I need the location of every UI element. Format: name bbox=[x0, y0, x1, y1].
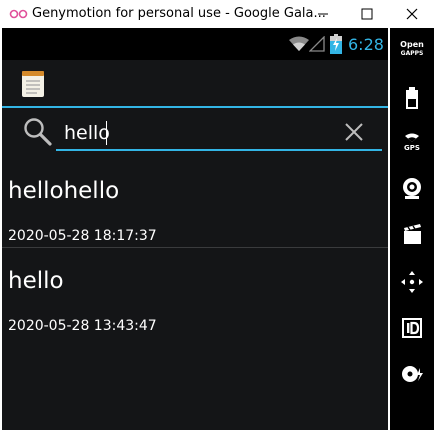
battery-charging-icon bbox=[330, 34, 342, 54]
list-item[interactable]: hellohello 2020-05-28 18:17:37 bbox=[2, 170, 388, 246]
window-titlebar: Genymotion for personal use - Google Gal… bbox=[0, 0, 436, 28]
close-window-button[interactable] bbox=[389, 0, 435, 28]
genymotion-logo-icon bbox=[9, 9, 28, 19]
list-item[interactable]: hello 2020-05-28 13:43:47 bbox=[2, 260, 388, 336]
signal-icon bbox=[309, 36, 325, 52]
note-title: hello bbox=[8, 268, 64, 294]
dpad-icon[interactable] bbox=[396, 266, 428, 298]
opengapps-label-top: Open bbox=[400, 40, 424, 49]
action-bar-divider bbox=[2, 106, 388, 108]
wifi-icon bbox=[289, 36, 309, 51]
maximize-icon bbox=[361, 8, 373, 20]
note-date: 2020-05-28 18:17:37 bbox=[8, 228, 157, 244]
gps-label: GPS bbox=[404, 144, 420, 152]
text-cursor bbox=[106, 121, 107, 145]
action-bar bbox=[2, 60, 388, 106]
search-underline bbox=[56, 149, 382, 151]
maximize-button[interactable] bbox=[344, 0, 390, 28]
close-icon bbox=[406, 8, 418, 20]
status-clock: 6:28 bbox=[348, 35, 384, 54]
battery-icon[interactable] bbox=[396, 82, 428, 114]
opengapps-label-bottom: GAPPS bbox=[400, 50, 424, 57]
minimize-button[interactable] bbox=[300, 0, 346, 28]
note-date: 2020-05-28 13:43:47 bbox=[8, 318, 157, 334]
camera-icon[interactable] bbox=[396, 172, 428, 204]
minimize-icon bbox=[318, 13, 328, 15]
opengapps-button[interactable]: Open GAPPS bbox=[394, 40, 430, 58]
search-icon bbox=[24, 118, 52, 146]
clear-search-icon[interactable] bbox=[342, 120, 366, 144]
disk-icon[interactable] bbox=[396, 358, 428, 390]
media-icon[interactable] bbox=[396, 218, 428, 250]
note-title: hellohello bbox=[8, 178, 120, 204]
id-icon[interactable] bbox=[396, 312, 428, 344]
genymotion-toolbar: Open GAPPS GPS bbox=[390, 28, 434, 430]
status-bar: 6:28 bbox=[2, 28, 388, 60]
window-title: Genymotion for personal use - Google Gal… bbox=[32, 6, 326, 21]
device-screen: 6:28 hellohello 2020-05-28 18:17:37 hell… bbox=[2, 28, 390, 430]
notepad-app-icon[interactable] bbox=[20, 68, 46, 98]
list-divider bbox=[2, 247, 388, 248]
